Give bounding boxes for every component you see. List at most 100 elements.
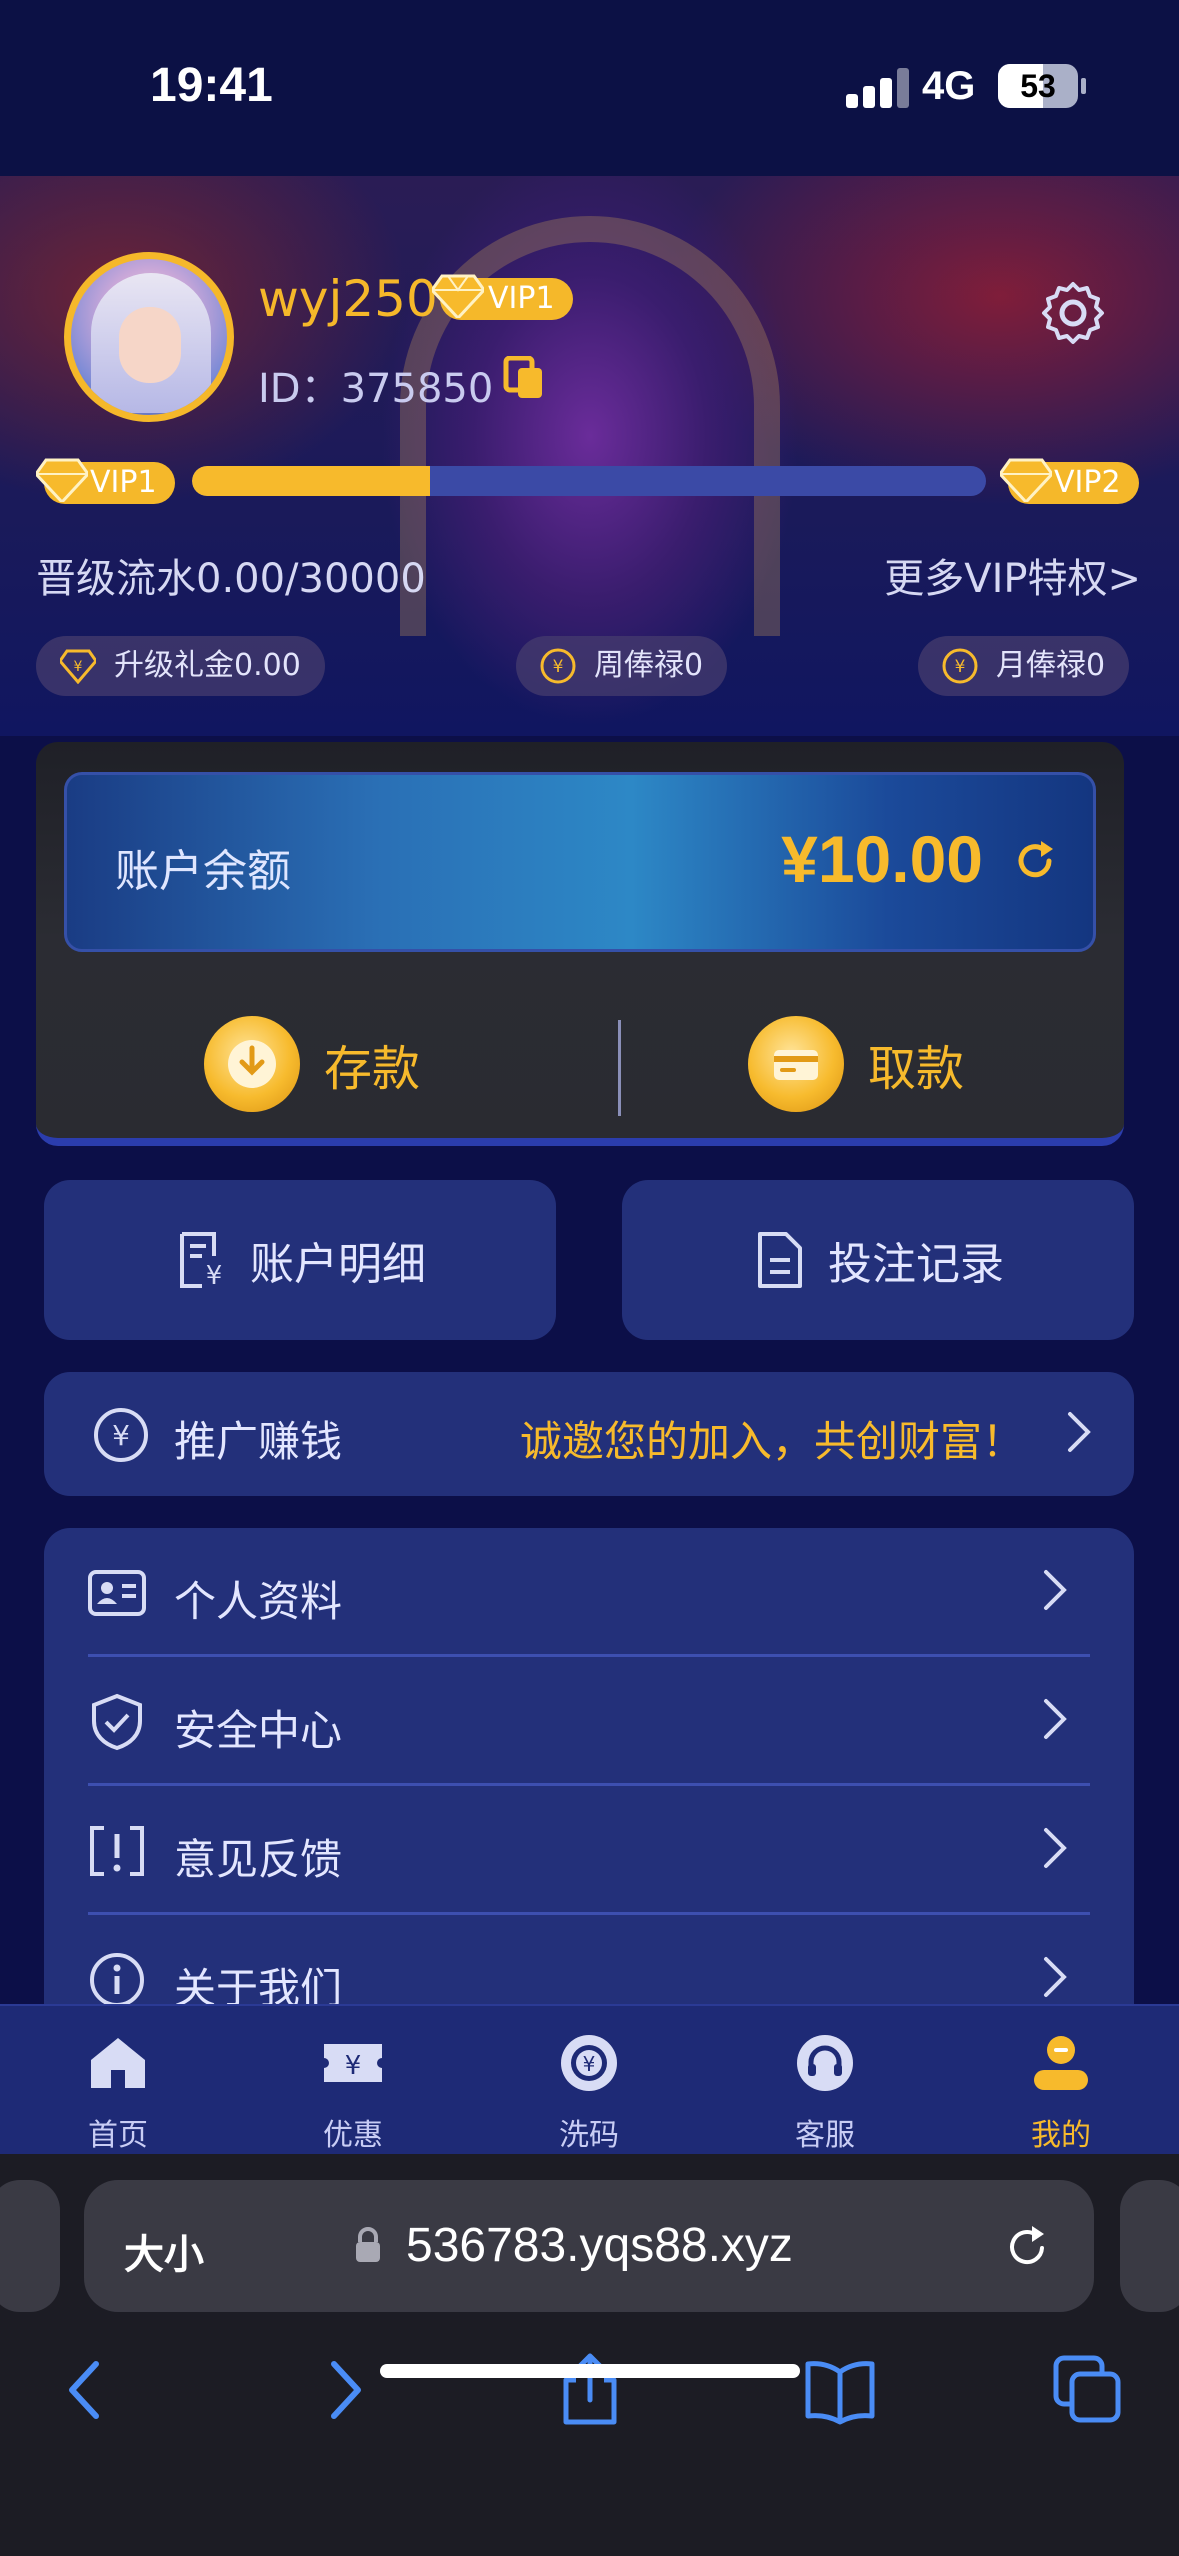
menu-item-security[interactable]: 安全中心 <box>88 1657 1090 1786</box>
menu-label: 意见反馈 <box>174 1835 343 1884</box>
battery-level: 53 <box>1020 68 1056 104</box>
chip-label: 升级礼金0.00 <box>114 648 301 683</box>
promo-slogan: 诚邀您的加入，共创财富！ <box>519 1417 1024 1466</box>
chevron-right-icon <box>1044 1699 1067 1739</box>
battery-icon: 53 <box>998 64 1078 108</box>
next-vip-label: VIP2 <box>1054 465 1121 500</box>
lock-icon <box>356 2227 380 2262</box>
action-divider <box>618 1020 621 1116</box>
prev-tab-preview[interactable] <box>0 2180 60 2312</box>
id-card-icon <box>88 1570 146 1616</box>
diamond-icon <box>430 274 486 321</box>
feedback-icon <box>90 1826 144 1876</box>
url-text: 536783.yqs88.xyz <box>406 2219 793 2272</box>
diamond-icon <box>998 458 1054 505</box>
deposit-button[interactable]: 存款 <box>204 1014 420 1114</box>
upgrade-bonus-chip[interactable]: ¥ 升级礼金0.00 <box>36 636 325 696</box>
tab-promotions[interactable]: ¥ 优惠 <box>273 2030 433 2154</box>
deposit-icon <box>204 1016 300 1112</box>
info-icon <box>90 1953 144 2007</box>
network-type: 4G <box>922 64 976 108</box>
gear-icon[interactable] <box>1040 280 1106 346</box>
headset-icon <box>797 2035 853 2091</box>
tab-support[interactable]: 客服 <box>745 2030 905 2154</box>
current-vip-label: VIP1 <box>90 465 157 500</box>
chevron-right-icon <box>1044 1828 1067 1868</box>
refresh-icon[interactable] <box>1011 837 1059 885</box>
chip-icon: ¥ <box>561 2035 617 2091</box>
receipt-icon: ¥ <box>180 1232 223 1290</box>
tile-label: 账户明细 <box>250 1239 426 1290</box>
menu-item-feedback[interactable]: 意见反馈 <box>88 1786 1090 1915</box>
diamond-coin-icon: ¥ <box>60 649 96 684</box>
chip-label: 周俸禄0 <box>594 648 704 683</box>
username: wyj250 <box>258 270 438 328</box>
weekly-salary-chip[interactable]: ¥ 周俸禄0 <box>516 636 728 696</box>
tab-label: 客服 <box>795 2118 855 2153</box>
chip-label: 月俸禄0 <box>996 648 1106 683</box>
tab-label: 我的 <box>1031 2118 1091 2153</box>
text-size-button[interactable]: 大小 <box>124 2222 204 2280</box>
balance-label: 账户余额 <box>115 846 291 897</box>
tab-rebate[interactable]: ¥ 洗码 <box>509 2030 669 2154</box>
next-tab-preview[interactable] <box>1120 2180 1179 2312</box>
forward-icon[interactable] <box>302 2350 382 2430</box>
monthly-salary-chip[interactable]: ¥ 月俸禄0 <box>918 636 1130 696</box>
user-id: ID：375850 <box>258 366 494 412</box>
copy-icon[interactable] <box>502 355 546 402</box>
chevron-right-icon <box>1044 1570 1067 1610</box>
bottom-tab-bar: 首页 ¥ 优惠 ¥ 洗码 客服 我的 <box>0 2004 1179 2154</box>
promo-label: 推广赚钱 <box>174 1417 343 1466</box>
tabs-icon[interactable] <box>1048 2350 1128 2430</box>
vip-progress-bar <box>192 466 986 496</box>
address-bar[interactable]: 大小 536783.yqs88.xyz <box>84 2180 1094 2312</box>
more-vip-link[interactable]: 更多VIP特权> <box>884 546 1141 604</box>
reload-icon[interactable] <box>1002 2222 1052 2272</box>
back-icon[interactable] <box>48 2350 128 2430</box>
bet-records-button[interactable]: 投注记录 <box>622 1180 1134 1340</box>
svg-text:¥: ¥ <box>345 2051 362 2081</box>
bookmarks-icon[interactable] <box>800 2350 880 2430</box>
menu-item-profile[interactable]: 个人资料 <box>88 1528 1090 1657</box>
account-details-button[interactable]: ¥ 账户明细 <box>44 1180 556 1340</box>
home-indicator <box>380 2364 800 2378</box>
coin-icon: ¥ <box>942 648 978 684</box>
svg-text:¥: ¥ <box>583 2052 596 2076</box>
tab-label: 洗码 <box>559 2118 619 2153</box>
shield-icon <box>92 1693 142 1751</box>
deposit-label: 存款 <box>324 1041 421 1097</box>
document-icon <box>758 1232 802 1288</box>
card-icon <box>748 1016 844 1112</box>
svg-text:¥: ¥ <box>553 657 564 677</box>
svg-text:¥: ¥ <box>112 1419 130 1452</box>
vip-progress-fill <box>192 466 431 496</box>
svg-text:¥: ¥ <box>206 1261 223 1290</box>
tab-home[interactable]: 首页 <box>38 2030 198 2154</box>
balance-value: ¥10.00 <box>781 822 983 896</box>
menu-label: 安全中心 <box>174 1706 343 1755</box>
tab-mine[interactable]: 我的 <box>981 2030 1141 2154</box>
menu-label: 个人资料 <box>174 1577 343 1626</box>
vip-level-label: VIP1 <box>488 281 555 316</box>
tab-label: 首页 <box>88 2118 148 2153</box>
ticket-icon: ¥ <box>324 2044 382 2082</box>
status-time: 19:41 <box>150 59 273 112</box>
withdraw-button[interactable]: 取款 <box>748 1014 964 1114</box>
coin-icon: ¥ <box>540 648 576 684</box>
signal-icon <box>846 68 910 108</box>
avatar[interactable] <box>64 252 234 422</box>
tab-label: 优惠 <box>323 2118 383 2153</box>
share-icon[interactable] <box>550 2350 630 2430</box>
battery-tip <box>1081 78 1086 94</box>
svg-text:¥: ¥ <box>955 657 966 677</box>
withdraw-label: 取款 <box>868 1041 965 1097</box>
menu-item-about[interactable]: 关于我们 <box>88 1915 1090 2008</box>
user-icon <box>1034 2036 1088 2090</box>
tile-label: 投注记录 <box>828 1239 1004 1290</box>
status-bar: 19:41 4G 53 <box>0 0 1179 176</box>
promo-row[interactable]: ¥ 推广赚钱 诚邀您的加入，共创财富！ <box>44 1372 1134 1496</box>
svg-text:¥: ¥ <box>74 659 83 675</box>
chevron-right-icon <box>1044 1957 1067 1997</box>
balance-panel: 账户余额 ¥10.00 <box>64 772 1096 952</box>
menu-label: 关于我们 <box>174 1964 343 2008</box>
